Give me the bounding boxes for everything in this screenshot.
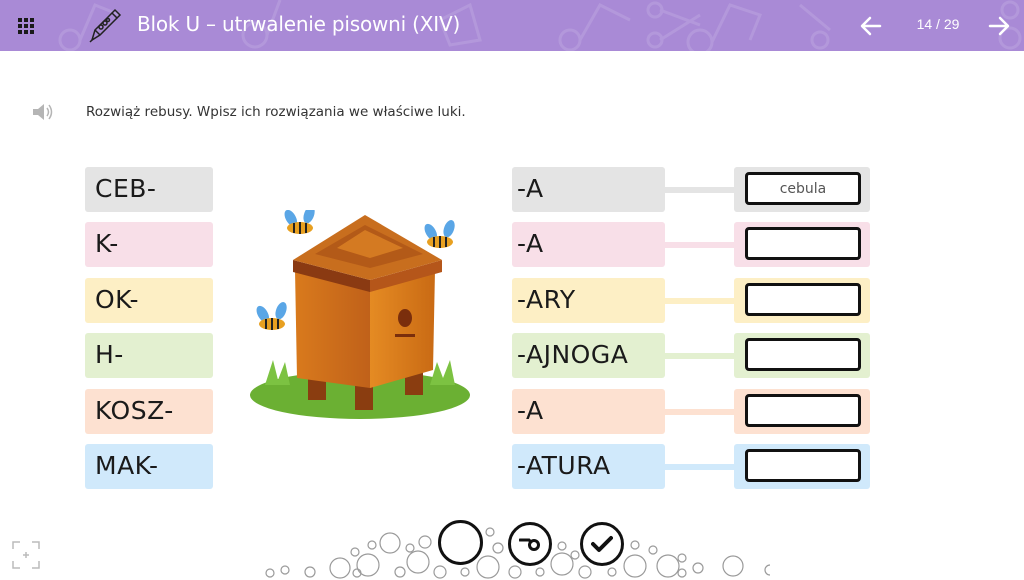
fullscreen-icon[interactable] [12,541,40,569]
answer-input[interactable] [745,172,861,205]
pen-icon [89,8,122,43]
rebus-start-tile: KOSZ- [85,389,213,434]
connector-line [665,353,735,359]
grid-menu-icon[interactable] [18,18,34,34]
arrow-right-icon[interactable] [986,13,1012,39]
answer-input[interactable] [745,338,861,371]
check-button[interactable] [580,522,624,566]
reset-button[interactable] [438,520,483,565]
rebus-end-tile[interactable]: -A [512,389,665,434]
page-counter: 14 / 29 [916,16,960,32]
connector-line [665,409,735,415]
arrow-left-icon[interactable] [858,13,884,39]
answer-slot [734,333,870,378]
rebus-end-tile[interactable]: -A [512,167,665,212]
answer-input[interactable] [745,227,861,260]
beehive-illustration [250,210,470,419]
checkmark-icon [591,536,613,552]
connector-line [665,242,735,248]
rebus-start-tile: MAK- [85,444,213,489]
answer-input[interactable] [745,394,861,427]
answer-slot [734,444,870,489]
answer-slot [734,167,870,212]
bee [284,210,315,234]
rebus-start-tile: CEB- [85,167,213,212]
rebus-start-tile: OK- [85,278,213,323]
show-solution-button[interactable] [508,522,552,566]
answer-slot [734,222,870,267]
rebus-start-tile: H- [85,333,213,378]
connector-line [665,187,735,193]
answer-slot [734,389,870,434]
rebus-end-tile[interactable]: -ARY [512,278,665,323]
connector-line [665,464,735,470]
bee [424,220,455,248]
speaker-icon[interactable] [30,101,56,123]
answer-slot [734,278,870,323]
rebus-end-tile[interactable]: -A [512,222,665,267]
rebus-start-tile: K- [85,222,213,267]
answer-input[interactable] [745,449,861,482]
key-icon [519,538,540,551]
top-bar: Blok U – utrwalenie pisowni (XIV) 14 / 2… [0,0,1024,51]
rebus-end-tile[interactable]: -AJNOGA [512,333,665,378]
bee [256,302,287,330]
rebus-end-tile[interactable]: -ATURA [512,444,665,489]
answer-input[interactable] [745,283,861,316]
connector-line [665,298,735,304]
instruction-text: Rozwiąż rebusy. Wpisz ich rozwiązania we… [86,104,466,120]
page-title: Blok U – utrwalenie pisowni (XIV) [137,12,461,36]
